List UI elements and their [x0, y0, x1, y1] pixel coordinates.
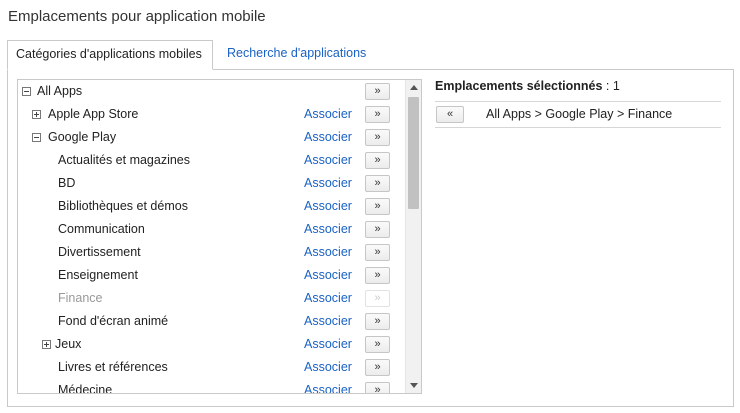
expand-icon[interactable] [42, 340, 51, 349]
tab-app-search[interactable]: Recherche d'applications [219, 40, 374, 68]
associate-link[interactable]: Associer [304, 245, 352, 259]
add-button[interactable]: » [365, 175, 390, 192]
tree-row: Jeux Associer » [18, 334, 405, 357]
tree-row-label: Enseignement [58, 268, 138, 282]
selected-header: Emplacements sélectionnés : 1 [435, 79, 620, 93]
selected-count: 1 [612, 79, 620, 93]
scroll-up-arrow-icon[interactable] [410, 85, 418, 90]
expand-icon[interactable] [32, 110, 41, 119]
collapse-icon[interactable] [22, 87, 31, 96]
associate-link[interactable]: Associer [304, 199, 352, 213]
tree-row: Bibliothèques et démos Associer » [18, 196, 405, 219]
selected-item-path: All Apps > Google Play > Finance [486, 107, 673, 121]
tree-row-label: Médecine [58, 383, 113, 394]
tree-row-label: Finance [58, 291, 103, 305]
add-button[interactable]: » [365, 221, 390, 238]
add-button: » [365, 290, 390, 307]
associate-link[interactable]: Associer [304, 268, 352, 282]
tree-row-label: BD [58, 176, 76, 190]
tab-categories[interactable]: Catégories d'applications mobiles [7, 40, 213, 70]
tree-row: Actualités et magazines Associer » [18, 150, 405, 173]
tree-row-label: Apple App Store [48, 107, 139, 121]
tree-row: Livres et références Associer » [18, 357, 405, 380]
associate-link[interactable]: Associer [304, 314, 352, 328]
tree-row: Enseignement Associer » [18, 265, 405, 288]
add-button[interactable]: » [365, 336, 390, 353]
tree-row-label: Actualités et magazines [58, 153, 191, 167]
add-button[interactable]: » [365, 359, 390, 376]
associate-link[interactable]: Associer [304, 337, 352, 351]
selected-item: « All Apps > Google Play > Finance [435, 101, 721, 128]
tree-row-label: Bibliothèques et démos [58, 199, 188, 213]
add-button[interactable]: » [365, 267, 390, 284]
associate-link[interactable]: Associer [304, 107, 352, 121]
tree-row-label: Jeux [55, 337, 82, 351]
tree-row-label: All Apps [37, 84, 83, 98]
tree-row: All Apps » [18, 81, 405, 104]
add-button[interactable]: » [365, 244, 390, 261]
tree-row: Finance Associer » [18, 288, 405, 311]
tree-scrollbar[interactable] [405, 80, 421, 393]
tree-row: Divertissement Associer » [18, 242, 405, 265]
associate-link[interactable]: Associer [304, 153, 352, 167]
add-button[interactable]: » [365, 198, 390, 215]
tree-row-label: Divertissement [58, 245, 141, 259]
tree-row-label: Fond d'écran animé [58, 314, 169, 328]
remove-button[interactable]: « [436, 106, 464, 123]
add-button[interactable]: » [365, 313, 390, 330]
add-button[interactable]: » [365, 152, 390, 169]
add-button[interactable]: » [365, 129, 390, 146]
associate-link[interactable]: Associer [304, 222, 352, 236]
add-button[interactable]: » [365, 83, 390, 100]
category-tree: All Apps» Apple App Store Associer» Google … [17, 79, 422, 394]
page-title: Emplacements pour application mobile [8, 8, 266, 25]
tree-row: Fond d'écran animé Associer » [18, 311, 405, 334]
selected-header-label: Emplacements sélectionnés [435, 79, 603, 93]
add-button[interactable]: » [365, 382, 390, 393]
add-button[interactable]: » [365, 106, 390, 123]
tree-row-label: Google Play [48, 130, 117, 144]
collapse-icon[interactable] [32, 133, 41, 142]
associate-link[interactable]: Associer [304, 176, 352, 190]
selected-header-separator: : [602, 79, 613, 93]
tree-row-label: Livres et références [58, 360, 168, 374]
tree-row: BD Associer » [18, 173, 405, 196]
scrollbar-thumb[interactable] [408, 97, 419, 209]
associate-link[interactable]: Associer [304, 383, 352, 393]
scroll-down-arrow-icon[interactable] [410, 383, 418, 388]
tree-row-label: Communication [58, 222, 145, 236]
tree-row: Communication Associer » [18, 219, 405, 242]
tree-row: Google Play Associer » [18, 127, 405, 150]
associate-link[interactable]: Associer [304, 291, 352, 305]
associate-link[interactable]: Associer [304, 360, 352, 374]
associate-link[interactable]: Associer [304, 130, 352, 144]
tree-row: Apple App Store Associer » [18, 104, 405, 127]
tree-row: Médecine Associer » [18, 380, 405, 394]
